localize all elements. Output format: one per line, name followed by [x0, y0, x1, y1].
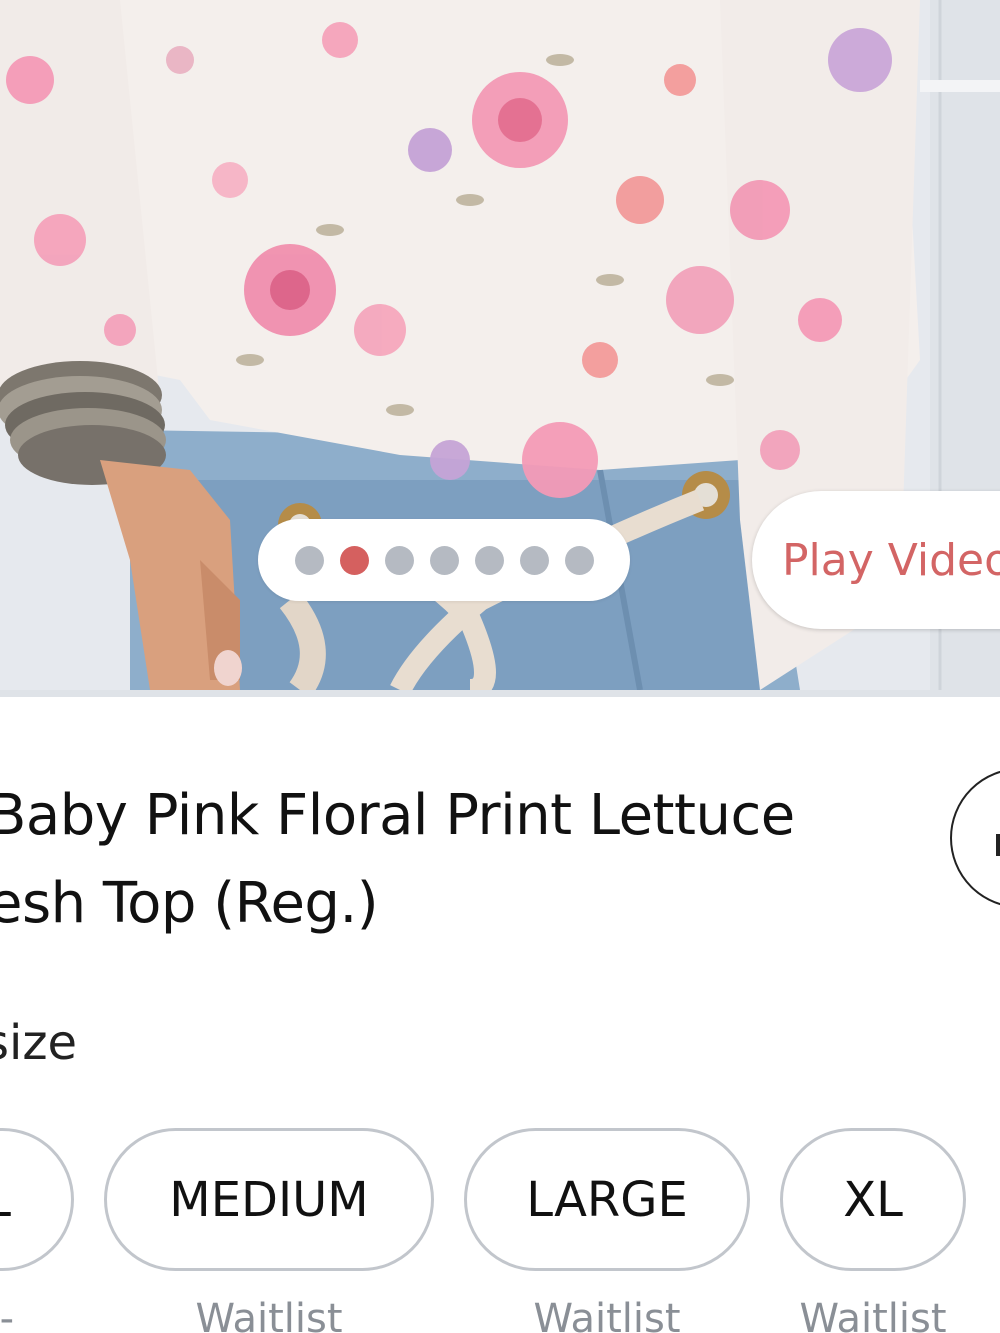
size-status: - [0, 1296, 14, 1333]
play-video-label: Play Video [782, 534, 1000, 586]
size-option-l[interactable]: L [0, 1128, 74, 1271]
size-status: Waitlist [533, 1296, 681, 1333]
size-option-medium[interactable]: MEDIUM [104, 1128, 434, 1271]
size-status: Waitlist [195, 1296, 343, 1333]
size-option-large[interactable]: LARGE [464, 1128, 750, 1271]
size-option-label: MEDIUM [169, 1171, 369, 1228]
product-title-line1: Baby Pink Floral Print Lettuce [0, 783, 795, 848]
carousel-dot[interactable] [294, 545, 324, 575]
product-photo[interactable]: Play Video [0, 0, 1000, 690]
size-label: size [0, 1015, 78, 1071]
carousel-dot[interactable] [564, 545, 594, 575]
heart-icon [996, 834, 1000, 856]
product-title: Baby Pink Floral Print Lettuce esh Top (… [0, 772, 868, 948]
product-title-line2: esh Top (Reg.) [0, 871, 379, 936]
size-option-label: LARGE [526, 1171, 688, 1228]
size-status: Waitlist [799, 1296, 947, 1333]
carousel-indicator [258, 519, 630, 601]
carousel-dot-active[interactable] [339, 545, 369, 575]
carousel-dot[interactable] [474, 545, 504, 575]
wishlist-button[interactable] [950, 768, 1000, 908]
carousel-dot[interactable] [429, 545, 459, 575]
size-option-label: L [0, 1172, 11, 1228]
play-video-button[interactable]: Play Video [752, 491, 1000, 629]
carousel-dot[interactable] [384, 545, 414, 575]
photo-divider [0, 690, 1000, 697]
size-option-label: XL [843, 1171, 903, 1228]
size-option-xl[interactable]: XL [780, 1128, 966, 1271]
carousel-dot[interactable] [519, 545, 549, 575]
product-page: Play Video Baby Pink Floral Print Lettuc… [0, 0, 1000, 1333]
